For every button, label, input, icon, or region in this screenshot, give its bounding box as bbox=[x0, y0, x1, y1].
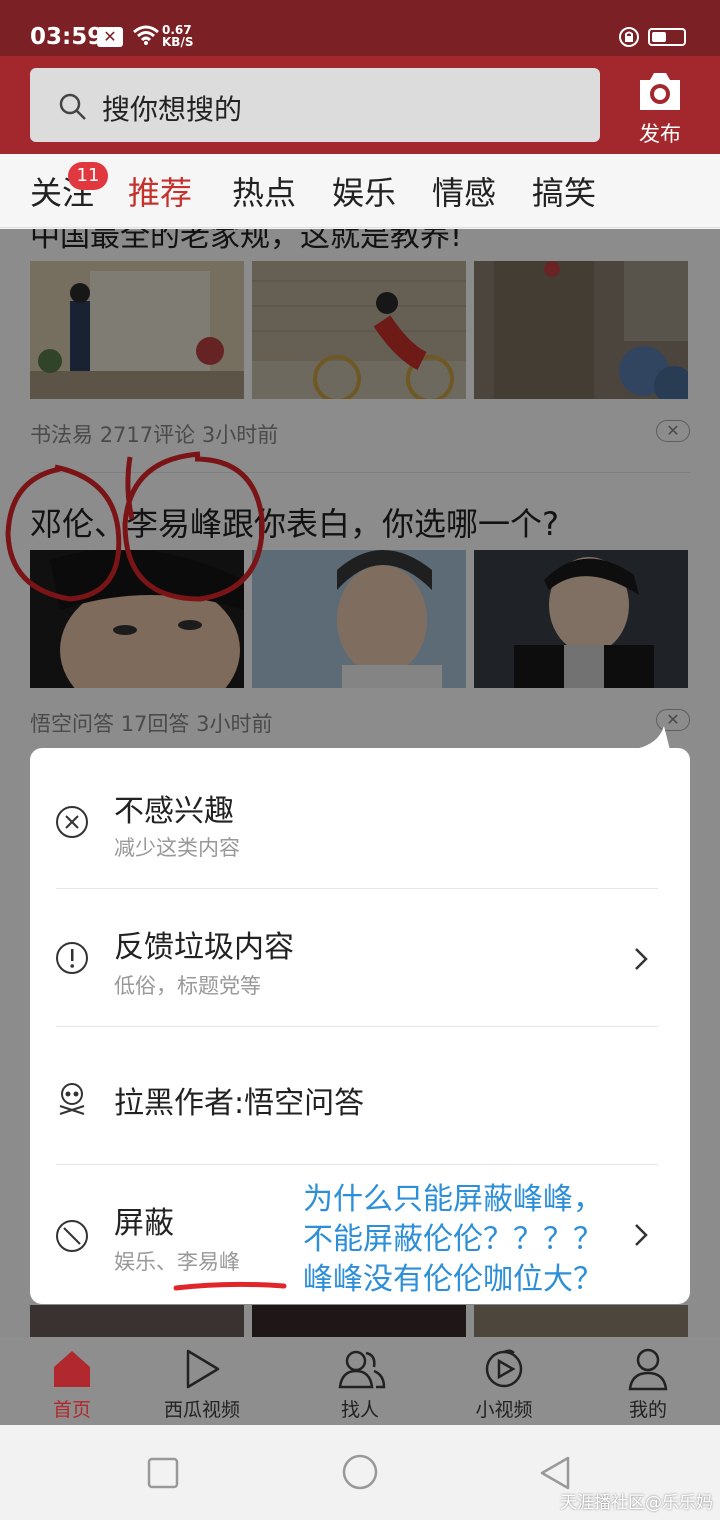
wifi-icon bbox=[132, 24, 160, 52]
circle-x-icon bbox=[54, 804, 90, 844]
chevron-right-icon bbox=[632, 946, 650, 976]
tab-label: 搞笑 bbox=[532, 174, 597, 212]
option-report-spam[interactable]: 反馈垃圾内容 低俗，标题党等 bbox=[30, 890, 690, 1028]
tab-label: 热点 bbox=[232, 174, 297, 212]
battery-icon bbox=[648, 28, 686, 46]
search-placeholder: 搜你想搜的 bbox=[102, 93, 243, 126]
option-not-interested[interactable]: 不感兴趣 减少这类内容 bbox=[30, 748, 690, 886]
status-time: 03:59 bbox=[30, 24, 104, 50]
person-icon bbox=[626, 1347, 670, 1395]
screen: 03:59 ✕ 0.67 KB/S 搜你想搜的 发布 关注 11 推荐 热点 娱… bbox=[0, 0, 720, 1520]
nav-profile[interactable]: 我的 bbox=[588, 1337, 708, 1425]
popup-pointer bbox=[630, 726, 670, 750]
tab-funny[interactable]: 搞笑 bbox=[532, 168, 596, 214]
red-underline-annotation bbox=[173, 1281, 287, 1291]
option-block-author[interactable]: 拉黑作者:悟空问答 bbox=[30, 1028, 690, 1166]
nav-label: 小视频 bbox=[475, 1399, 533, 1421]
notification-x-icon: ✕ bbox=[97, 27, 123, 47]
bottom-nav: 首页 西瓜视频 找人 小视频 我的 bbox=[0, 1337, 720, 1425]
rotation-lock-icon bbox=[618, 26, 640, 54]
tab-emotion[interactable]: 情感 bbox=[432, 168, 496, 214]
exclamation-circle-icon bbox=[54, 940, 90, 980]
small-video-icon bbox=[482, 1347, 526, 1395]
skull-icon bbox=[54, 1080, 90, 1120]
tab-label: 情感 bbox=[432, 174, 497, 212]
nav-home[interactable]: 首页 bbox=[12, 1337, 132, 1425]
nav-label: 西瓜视频 bbox=[163, 1399, 240, 1421]
nav-label: 我的 bbox=[628, 1399, 667, 1421]
option-divider bbox=[56, 1026, 658, 1027]
follow-count-badge: 11 bbox=[68, 162, 108, 190]
tab-label: 娱乐 bbox=[332, 174, 397, 212]
app-header: 搜你想搜的 发布 bbox=[0, 56, 720, 154]
people-icon bbox=[338, 1347, 386, 1395]
option-title: 拉黑作者:悟空问答 bbox=[114, 1086, 365, 1121]
nav-label: 找人 bbox=[340, 1399, 379, 1421]
option-subtitle: 减少这类内容 bbox=[114, 836, 240, 860]
nav-small-video[interactable]: 小视频 bbox=[444, 1337, 564, 1425]
recent-apps-icon[interactable] bbox=[147, 1457, 179, 1493]
home-icon bbox=[50, 1347, 94, 1395]
option-subtitle: 娱乐、李易峰 bbox=[114, 1250, 240, 1274]
nav-find-people[interactable]: 找人 bbox=[300, 1337, 420, 1425]
annotation-line: 不能屏蔽伦伦？？？？ bbox=[303, 1222, 603, 1257]
option-subtitle: 低俗，标题党等 bbox=[114, 974, 261, 998]
watermark: 天涯播社区@乐乐妈 bbox=[560, 1493, 713, 1513]
nav-xigua-video[interactable]: 西瓜视频 bbox=[142, 1337, 262, 1425]
option-divider bbox=[56, 1164, 658, 1165]
annotation-line: 峰峰没有伦伦咖位大？ bbox=[303, 1262, 603, 1297]
option-title: 不感兴趣 bbox=[114, 794, 234, 829]
annotation-line: 为什么只能屏蔽峰峰， bbox=[303, 1182, 603, 1217]
channel-tabs: 关注 11 推荐 热点 娱乐 情感 搞笑 bbox=[0, 154, 720, 382]
camera-icon bbox=[636, 70, 684, 118]
home-button-icon[interactable] bbox=[341, 1453, 379, 1495]
tab-label: 推荐 bbox=[128, 174, 193, 212]
search-bar[interactable]: 搜你想搜的 bbox=[30, 68, 600, 142]
tab-hot[interactable]: 热点 bbox=[232, 168, 296, 214]
chevron-right-icon bbox=[632, 1222, 650, 1252]
network-speed-unit: KB/S bbox=[162, 35, 194, 49]
tab-entertainment[interactable]: 娱乐 bbox=[332, 168, 396, 214]
status-bar: 03:59 ✕ 0.67 KB/S bbox=[0, 0, 720, 56]
option-title: 反馈垃圾内容 bbox=[114, 930, 294, 965]
option-divider bbox=[56, 888, 658, 889]
tab-recommend[interactable]: 推荐 bbox=[128, 168, 192, 214]
play-icon bbox=[180, 1347, 224, 1395]
nav-label: 首页 bbox=[52, 1399, 91, 1421]
publish-label: 发布 bbox=[639, 122, 681, 146]
block-icon bbox=[54, 1218, 90, 1258]
annotation-text: 为什么只能屏蔽峰峰， 不能屏蔽伦伦？？？？ 峰峰没有伦伦咖位大？ bbox=[303, 1180, 603, 1300]
option-title: 屏蔽 bbox=[114, 1206, 174, 1241]
search-icon bbox=[58, 92, 88, 126]
network-speed: 0.67 KB/S bbox=[162, 24, 193, 48]
